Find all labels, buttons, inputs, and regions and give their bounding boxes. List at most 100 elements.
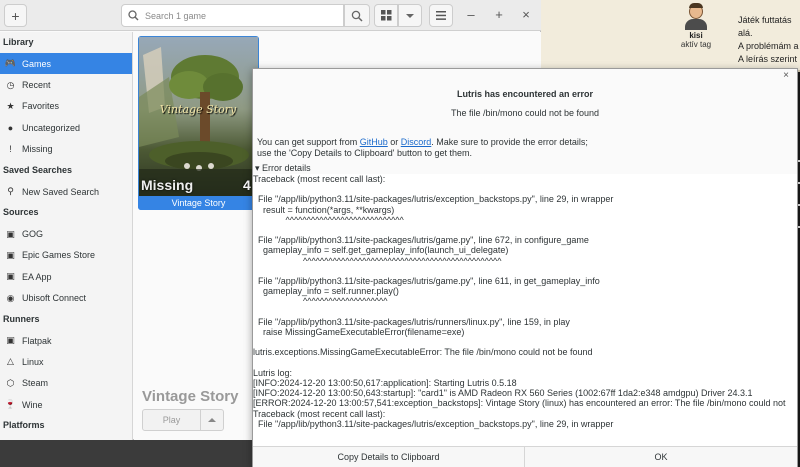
sidebar-item-label: EA App: [22, 271, 52, 282]
sidebar-item-ea-app[interactable]: ▣ EA App: [0, 266, 132, 287]
forum-post: kisi aktív tag Játék futtatás alá. A pro…: [541, 0, 800, 70]
sidebar-item-label: Missing: [22, 144, 53, 155]
steam-icon: ⬡: [6, 377, 15, 388]
error-details-expander[interactable]: ▾ Error details: [255, 163, 311, 174]
sidebar-item-flatpak[interactable]: ▣ Flatpak: [0, 330, 132, 351]
cover-game-title: Vintage Story: [159, 103, 237, 116]
window-close-button[interactable]: ×: [518, 8, 534, 22]
missing-overlay-label: Missing: [141, 177, 194, 193]
sidebar-item-label: Epic Games Store: [22, 250, 96, 261]
support-text: You can get support from GitHub or Disco…: [257, 137, 588, 159]
sidebar-section-heading: Platforms: [3, 420, 45, 431]
sidebar-item-label: GOG: [22, 229, 44, 240]
sidebar-item-linux[interactable]: △ Linux: [0, 351, 132, 372]
cover-artwork: [139, 37, 258, 197]
grid-icon: [380, 10, 391, 21]
forum-username[interactable]: kisi: [661, 31, 731, 40]
dialog-title: Lutris has encountered an error: [456, 89, 594, 99]
gog-icon: ▣: [6, 228, 15, 239]
forum-text-line: Játék futtatás: [738, 15, 792, 25]
plus-icon: +: [11, 7, 20, 24]
ea-icon: ▣: [6, 271, 15, 282]
sidebar-item-label: Flatpak: [22, 335, 52, 346]
copy-details-button[interactable]: Copy Details to Clipboard: [253, 446, 525, 467]
forum-user-card: kisi aktív tag: [661, 0, 731, 49]
support-text-prefix: You can get support from: [257, 137, 360, 147]
linux-icon: △: [7, 356, 14, 367]
epic-icon: ▣: [6, 249, 15, 260]
game-tile[interactable]: Vintage Story Missing 4 Vintage Story: [138, 36, 259, 210]
sidebar-item-steam[interactable]: ⬡ Steam: [0, 373, 132, 394]
forum-text-line: A leírás szerint: [738, 54, 798, 64]
sidebar-section-heading: Sources: [3, 207, 39, 218]
sidebar-section-heading: Saved Searches: [3, 164, 73, 175]
sidebar-item-new-saved-search[interactable]: ⚲ New Saved Search: [0, 181, 132, 202]
support-text-mid: or: [387, 137, 401, 147]
sidebar-item-recent[interactable]: ◷ Recent: [0, 74, 132, 95]
search-icon: [128, 10, 139, 21]
forum-text-line: alá.: [738, 28, 753, 38]
ok-button[interactable]: OK: [525, 446, 797, 467]
avatar[interactable]: [682, 2, 710, 30]
sidebar-item-label: Wine: [22, 399, 43, 410]
search-icon: ⚲: [7, 186, 14, 197]
dialog-error-message: The file /bin/mono could not be found: [450, 108, 600, 118]
forum-text-line: A problémám a: [738, 41, 799, 51]
add-game-button[interactable]: +: [4, 4, 27, 27]
sidebar-item-label: New Saved Search: [22, 186, 100, 197]
pin-icon: ●: [7, 122, 14, 133]
support-text-suffix: . Make sure to provide the error details…: [431, 137, 588, 147]
main-menu-button[interactable]: [429, 4, 453, 27]
sidebar-item-games[interactable]: 🎮 Games: [0, 53, 132, 75]
missing-overlay-mark: 4: [243, 177, 251, 193]
selected-game-title: Vintage Story: [142, 388, 239, 405]
sidebar-section-heading: Library: [3, 37, 34, 47]
forum-post-text: Játék futtatás alá. A problémám a A leír…: [738, 14, 800, 66]
sidebar-item-label: Favorites: [22, 101, 60, 112]
sidebar-section-heading: Runners: [3, 313, 40, 324]
minimize-button[interactable]: –: [463, 8, 479, 22]
sidebar-item-label: Steam: [22, 378, 49, 389]
sidebar: Library 🎮 Games ◷ Recent ★ Favorites ● Uncategor…: [0, 32, 133, 440]
view-options-dropdown[interactable]: [398, 4, 422, 27]
error-details-label: Error details: [262, 163, 311, 173]
hamburger-menu-icon: [436, 11, 446, 20]
sidebar-item-gog[interactable]: ▣ GOG: [0, 223, 132, 244]
play-button[interactable]: Play: [142, 409, 201, 431]
chevron-up-icon: [208, 418, 216, 422]
sidebar-item-epic-games-store[interactable]: ▣ Epic Games Store: [0, 245, 132, 266]
flatpak-icon: ▣: [6, 335, 15, 346]
wine-icon: 🍷: [4, 399, 17, 410]
zoom-icon: [351, 10, 363, 22]
discord-link[interactable]: Discord: [401, 137, 432, 147]
sidebar-item-missing[interactable]: ! Missing: [0, 139, 132, 160]
triangle-down-icon: ▾: [255, 163, 260, 173]
header-bar: + – + ×: [0, 0, 541, 31]
gamepad-icon: 🎮: [4, 58, 17, 69]
sidebar-item-label: Linux: [22, 356, 44, 367]
sidebar-item-label: Recent: [22, 80, 51, 91]
dialog-close-button[interactable]: ×: [783, 70, 789, 81]
sidebar-item-uncategorized[interactable]: ● Uncategorized: [0, 117, 132, 138]
sidebar-item-label: Games: [22, 58, 52, 69]
clock-icon: ◷: [6, 79, 15, 90]
search-field[interactable]: [121, 4, 344, 27]
play-options-button[interactable]: [200, 409, 224, 431]
grid-view-button[interactable]: [374, 4, 398, 27]
sidebar-item-label: Ubisoft Connect: [22, 293, 87, 304]
search-input[interactable]: [145, 10, 325, 21]
forum-user-status: aktív tag: [680, 40, 712, 49]
sidebar-item-ubisoft-connect[interactable]: ◉ Ubisoft Connect: [0, 288, 132, 309]
star-icon: ★: [6, 100, 15, 111]
error-dialog: × Lutris has encountered an error The fi…: [252, 68, 798, 467]
game-cover-image: Vintage Story Missing 4: [139, 37, 258, 197]
ubisoft-icon: ◉: [6, 292, 15, 303]
maximize-button[interactable]: +: [491, 8, 507, 22]
sidebar-item-wine[interactable]: 🍷 Wine: [0, 394, 132, 415]
sidebar-item-favorites[interactable]: ★ Favorites: [0, 96, 132, 117]
support-text-line2: use the 'Copy Details to Clipboard' butt…: [257, 148, 473, 158]
error-details-textview[interactable]: Traceback (most recent call last): File …: [253, 174, 797, 446]
search-options-button[interactable]: [344, 4, 370, 27]
chevron-down-icon: [406, 13, 414, 18]
github-link[interactable]: GitHub: [360, 137, 388, 147]
